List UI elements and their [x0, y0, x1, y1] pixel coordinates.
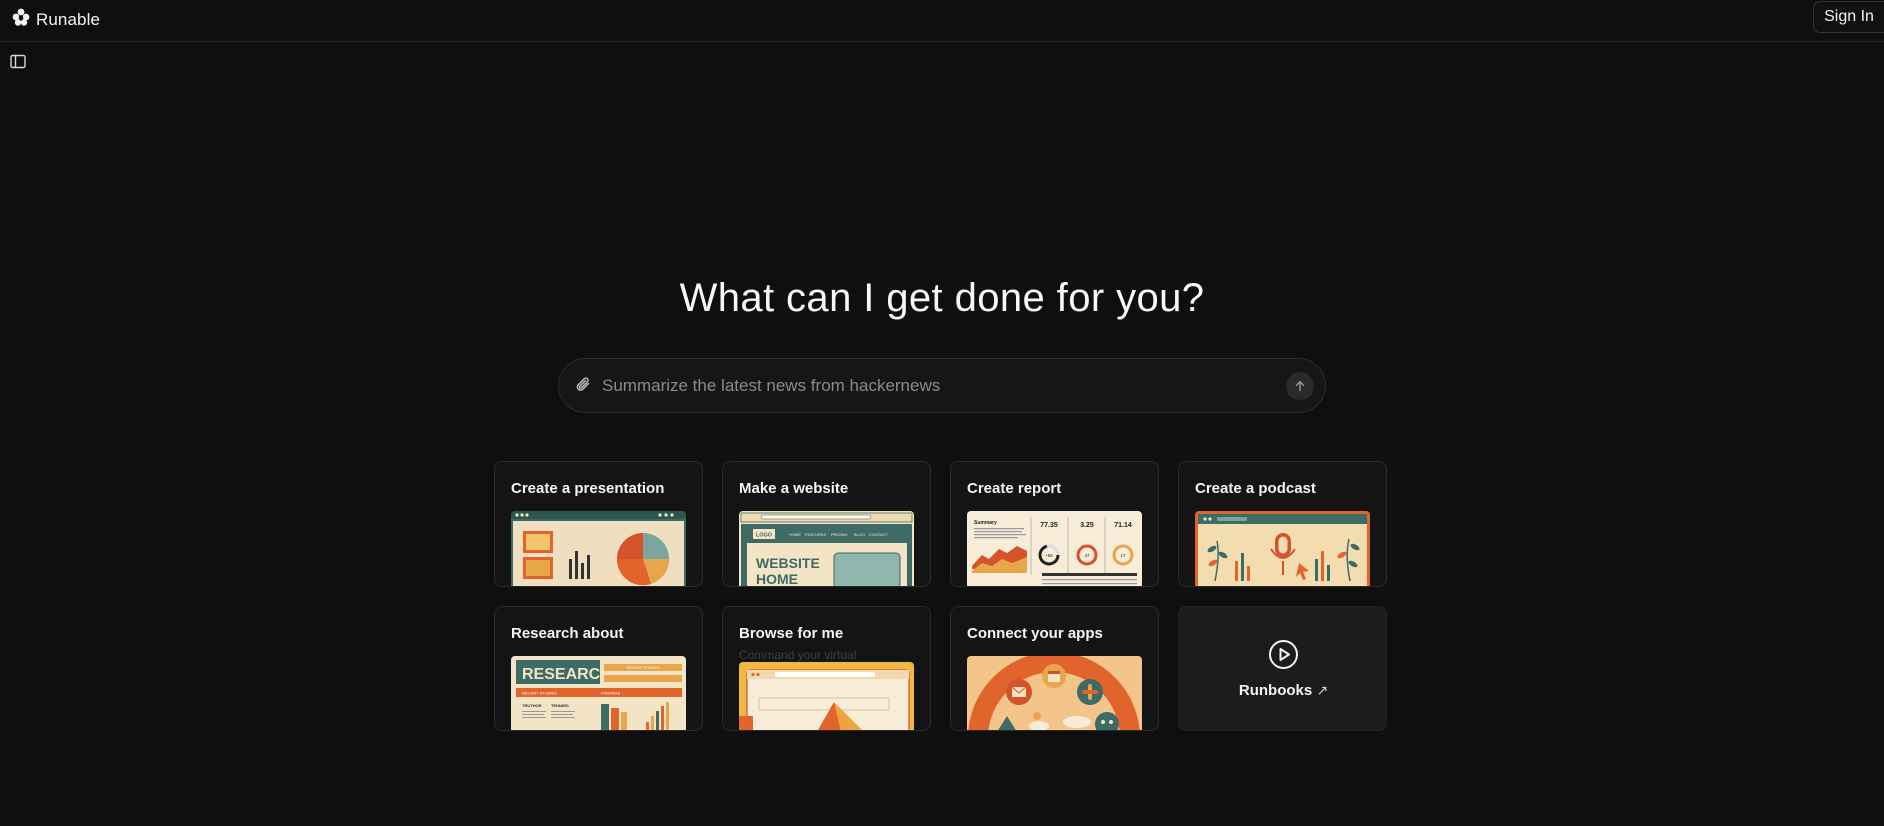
brand[interactable]: Runable	[12, 8, 100, 31]
card-title: Create report	[967, 480, 1062, 497]
top-bar: Runable Sign In	[0, 0, 1884, 42]
presentation-thumbnail	[511, 511, 686, 586]
report-gauge-2: 47	[1084, 553, 1090, 558]
research-heading-text: RESEARCH	[522, 666, 612, 683]
research-thumbnail: RESEARCH RECENT STUDIES RECENT STUDIES F…	[511, 656, 686, 730]
research-recent-studies-text: RECENT STUDIES	[626, 666, 660, 670]
card-title: Connect your apps	[967, 625, 1103, 642]
runbooks-card[interactable]: Runbooks ↗	[1178, 606, 1387, 731]
research-findings-text: FINDINGS	[601, 691, 620, 696]
brand-name: Runable	[36, 9, 101, 29]
card-browse-for-me[interactable]: Browse for me Command your virtual	[722, 606, 931, 731]
prompt-input[interactable]	[602, 359, 1242, 412]
connect-apps-thumbnail	[967, 656, 1142, 730]
report-summary-text: Summary	[974, 520, 997, 526]
report-metric-3: 71.14	[1114, 522, 1132, 529]
nav-contact-text: CONTACT	[869, 532, 889, 537]
report-thumbnail: Summary 77.35 3.25 71.14 +56 47 17	[967, 511, 1142, 586]
page-title: What can I get done for you?	[679, 276, 1205, 320]
website-logo-text: LOGO	[756, 533, 773, 539]
website-hero-line2: HOME	[756, 571, 798, 587]
card-subtitle: Command your virtual	[739, 648, 857, 662]
card-create-report[interactable]: Create report Summary 77.35 3.25 71.14 +…	[950, 461, 1159, 587]
sign-in-button[interactable]: Sign In	[1813, 1, 1884, 33]
card-title: Browse for me	[739, 625, 844, 642]
website-thumbnail: LOGO HOME FEATURES PRICING BLOG CONTACT …	[739, 511, 914, 587]
play-circle-icon	[1268, 639, 1299, 675]
card-make-website[interactable]: Make a website LOGO HOME FEATURES PRICIN…	[722, 461, 931, 587]
nav-home-text: HOME	[789, 532, 801, 537]
card-title: Create a presentation	[511, 480, 665, 497]
nav-blog-text: BLOG	[854, 532, 865, 537]
card-title: Research about	[511, 625, 624, 642]
research-author-2: TENNEEL	[551, 703, 570, 708]
research-author-1: TRUTHOR	[522, 703, 542, 708]
browse-thumbnail	[739, 662, 914, 730]
sidebar-toggle-icon[interactable]	[10, 54, 27, 70]
website-hero-line1: WEBSITE	[756, 555, 820, 571]
card-create-presentation[interactable]: Create a presentation	[494, 461, 703, 587]
report-metric-1: 77.35	[1040, 522, 1058, 529]
report-gauge-3: 17	[1120, 553, 1126, 558]
card-title: Make a website	[739, 480, 849, 497]
research-recent-studies-bar: RECENT STUDIES	[522, 691, 557, 696]
nav-features-text: FEATURES	[805, 532, 826, 537]
runable-logo-icon	[12, 8, 30, 31]
runbooks-text: Runbooks	[1238, 682, 1313, 699]
runbooks-label: Runbooks ↗	[1179, 682, 1386, 699]
card-connect-apps[interactable]: Connect your apps	[950, 606, 1159, 731]
paperclip-icon[interactable]	[574, 375, 594, 400]
podcast-thumbnail	[1195, 511, 1370, 586]
report-gauge-1: +56	[1045, 553, 1053, 558]
send-button[interactable]	[1286, 372, 1314, 400]
external-link-icon: ↗	[1316, 682, 1329, 698]
card-title: Create a podcast	[1195, 480, 1316, 497]
report-metric-2: 3.25	[1080, 522, 1094, 529]
nav-pricing-text: PRICING	[831, 532, 848, 537]
prompt-bar	[558, 358, 1326, 413]
card-create-podcast[interactable]: Create a podcast	[1178, 461, 1387, 587]
arrow-up-icon	[1295, 381, 1305, 392]
card-research-about[interactable]: Research about RESEARCH RECENT STUDIES R…	[494, 606, 703, 731]
